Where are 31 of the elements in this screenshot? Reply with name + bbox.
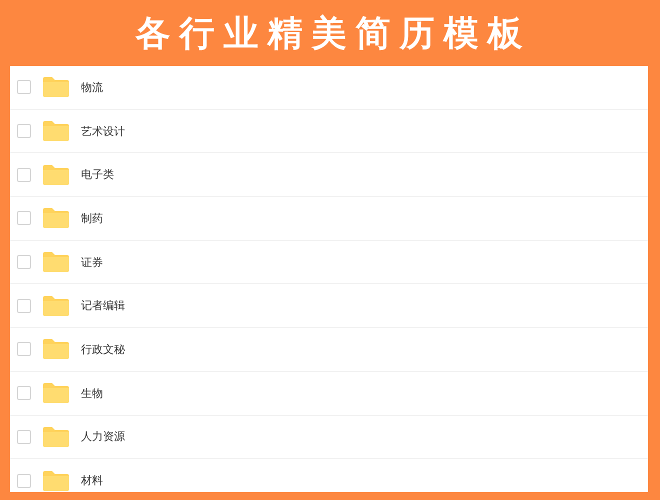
checkbox[interactable] xyxy=(17,211,31,226)
folder-name[interactable]: 制药 xyxy=(81,210,103,226)
checkbox[interactable] xyxy=(17,168,31,182)
checkbox[interactable] xyxy=(17,430,31,444)
checkbox[interactable] xyxy=(17,298,31,313)
folder-name[interactable]: 证券 xyxy=(81,254,103,270)
folder-name[interactable]: 艺术设计 xyxy=(81,124,125,139)
folder-icon xyxy=(43,470,69,491)
checkbox[interactable] xyxy=(17,342,31,356)
folder-icon xyxy=(43,121,69,142)
folder-icon xyxy=(43,252,69,272)
checkbox[interactable] xyxy=(17,386,31,400)
checkbox[interactable] xyxy=(17,80,31,94)
folder-icon xyxy=(43,383,69,404)
folder-name[interactable]: 物流 xyxy=(81,80,103,95)
folder-name[interactable]: 人力资源 xyxy=(81,429,125,444)
folder-icon xyxy=(43,77,69,98)
folder-name[interactable]: 材料 xyxy=(81,473,103,488)
banner-title: 各行业精美简历模板 xyxy=(134,12,532,56)
folder-icon xyxy=(43,164,69,185)
folder-icon xyxy=(43,208,69,228)
folder-name[interactable]: 行政文秘 xyxy=(81,342,125,357)
folder-name[interactable]: 生物 xyxy=(81,386,103,401)
folder-icon xyxy=(43,426,69,447)
checkbox[interactable] xyxy=(17,124,31,138)
checkbox[interactable] xyxy=(17,474,31,488)
folder-name[interactable]: 记者编辑 xyxy=(81,298,125,314)
checkbox[interactable] xyxy=(17,255,31,270)
folder-icon xyxy=(43,296,69,316)
folder-name[interactable]: 电子类 xyxy=(81,167,114,182)
folder-icon xyxy=(43,339,69,360)
